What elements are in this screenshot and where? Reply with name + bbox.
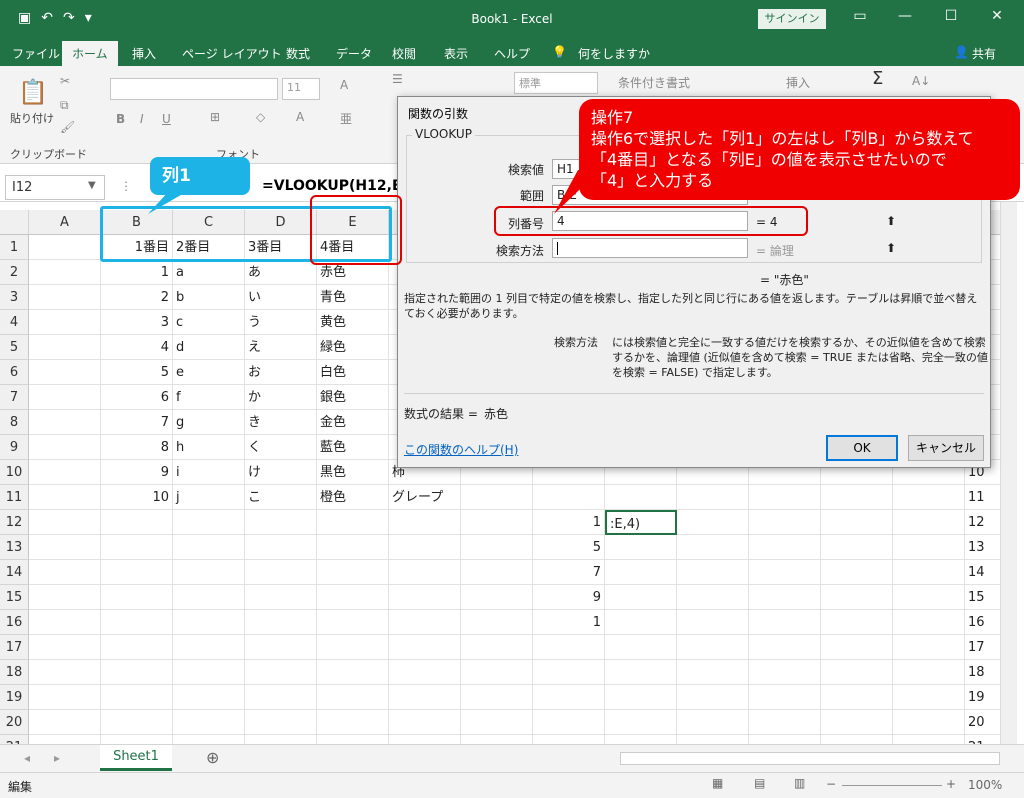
step-7-callout: 操作7 操作6で選択した「列1」の左はし「列B」から数えて 「4番目」となる「列… bbox=[579, 99, 1020, 200]
column-1-callout: 列1 bbox=[150, 157, 250, 195]
blue-callout-pointer bbox=[148, 192, 186, 214]
callout-line-2: 操作6で選択した「列1」の左はし「列B」から数えて bbox=[591, 129, 974, 148]
callout-line-3: 「4番目」となる「列E」の値を表示させたいので bbox=[591, 150, 947, 169]
callout-line-4: 「4」と入力する bbox=[591, 171, 714, 190]
callout-line-1: 操作7 bbox=[591, 108, 634, 127]
